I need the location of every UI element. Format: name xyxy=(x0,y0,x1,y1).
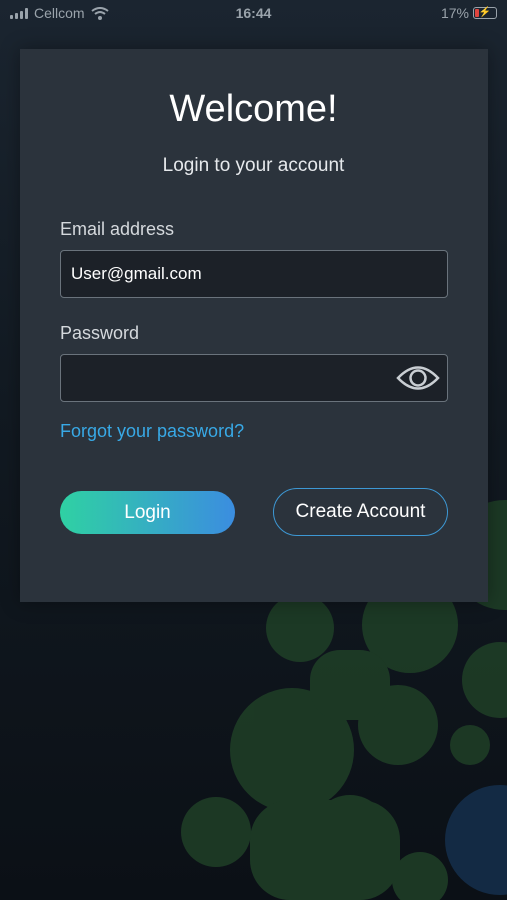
battery-percent: 17% xyxy=(440,5,469,21)
email-field[interactable]: User@gmail.com xyxy=(60,250,448,298)
status-time: 16:44 xyxy=(235,5,272,21)
eye-icon[interactable] xyxy=(396,363,440,393)
password-label: Password xyxy=(60,323,140,343)
status-bar: Cellcom 16:44 17% ⚡ xyxy=(0,0,507,28)
page-subtitle: Login to your account xyxy=(162,155,345,176)
status-right: 17% ⚡ xyxy=(441,5,497,21)
page-title: Welcome! xyxy=(169,88,338,130)
battery-icon: ⚡ xyxy=(473,7,497,19)
create-account-button[interactable]: Create Account xyxy=(273,488,448,536)
email-label: Email address xyxy=(60,219,175,239)
forgot-password-link[interactable]: Forgot your password? xyxy=(60,421,244,442)
password-field[interactable] xyxy=(60,354,448,402)
login-button[interactable]: Login xyxy=(60,491,235,534)
